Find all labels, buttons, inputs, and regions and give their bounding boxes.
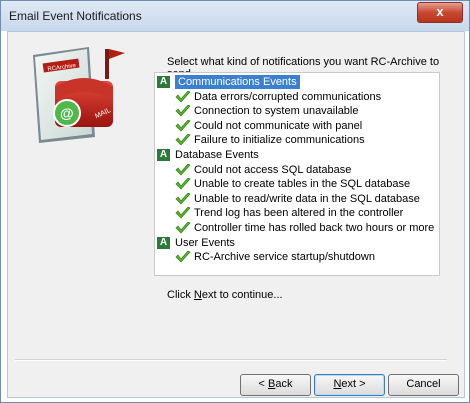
category-row[interactable]: A User Events (157, 236, 235, 250)
checkmark-icon (175, 105, 194, 117)
category-row[interactable]: A Database Events (157, 148, 259, 162)
button-separator (15, 359, 447, 361)
category-label: User Events (175, 236, 235, 249)
notification-item-label: Connection to system unavailable (194, 105, 359, 118)
notification-item[interactable]: Unable to read/write data in the SQL dat… (175, 192, 420, 206)
notification-item[interactable]: Could not access SQL database (175, 163, 351, 177)
category-row[interactable]: A Communications Events (157, 75, 300, 89)
notification-item[interactable]: Controller time has rolled back two hour… (175, 221, 434, 235)
mailbox-illustration: RCArchive @ MAIL (33, 47, 125, 143)
notification-item-label: Could not communicate with panel (194, 119, 363, 132)
svg-text:@: @ (60, 105, 74, 121)
notification-item-label: Trend log has been altered in the contro… (194, 207, 404, 220)
notification-item[interactable]: Data errors/corrupted communications (175, 90, 381, 104)
notification-item[interactable]: Connection to system unavailable (175, 104, 358, 118)
notification-item-label: Failure to initialize communications (194, 134, 365, 147)
dialog-window: Email Event Notifications x RCArchive @ … (0, 0, 470, 403)
notification-item[interactable]: Failure to initialize communications (175, 133, 365, 147)
back-button[interactable]: < Back (240, 374, 311, 396)
checkmark-icon (175, 163, 194, 176)
checkmark-icon (175, 207, 194, 219)
notification-item-label: Unable to create tables in the SQL datab… (194, 178, 411, 191)
notification-item-label: Could not access SQL database (194, 163, 352, 176)
category-label: Database Events (175, 149, 259, 161)
notification-list[interactable]: A Communications Events Data errors/corrup… (154, 72, 440, 276)
checkmark-icon (175, 90, 194, 103)
checkmark-icon (175, 178, 194, 190)
category-label: Communications Events (175, 75, 300, 89)
notification-item[interactable]: RC-Archive service startup/shutdown (175, 250, 375, 264)
checkmark-icon (175, 134, 194, 146)
checkmark-icon (175, 251, 194, 263)
notification-item-label: RC-Archive service startup/shutdown (194, 251, 375, 264)
notification-item[interactable]: Unable to create tables in the SQL datab… (175, 177, 410, 191)
category-icon: A (157, 149, 170, 162)
notification-item-label: Controller time has rolled back two hour… (194, 222, 435, 234)
category-icon: A (157, 236, 170, 249)
checkmark-icon (175, 192, 194, 205)
notification-item[interactable]: Trend log has been altered in the contro… (175, 206, 403, 220)
title-bar[interactable]: Email Event Notifications x (1, 1, 469, 31)
notification-item[interactable]: Could not communicate with panel (175, 119, 362, 133)
cancel-button[interactable]: Cancel (388, 374, 459, 396)
checkmark-icon (175, 119, 194, 132)
checkmark-icon (175, 222, 194, 234)
continue-hint: Click Next to continue... (167, 289, 283, 301)
close-button[interactable]: x (417, 2, 463, 23)
category-icon: A (157, 76, 170, 89)
notification-item-label: Unable to read/write data in the SQL dat… (194, 192, 420, 205)
window-title: Email Event Notifications (9, 9, 142, 23)
notification-item-label: Data errors/corrupted communications (194, 90, 382, 103)
next-button[interactable]: Next > (314, 374, 385, 396)
